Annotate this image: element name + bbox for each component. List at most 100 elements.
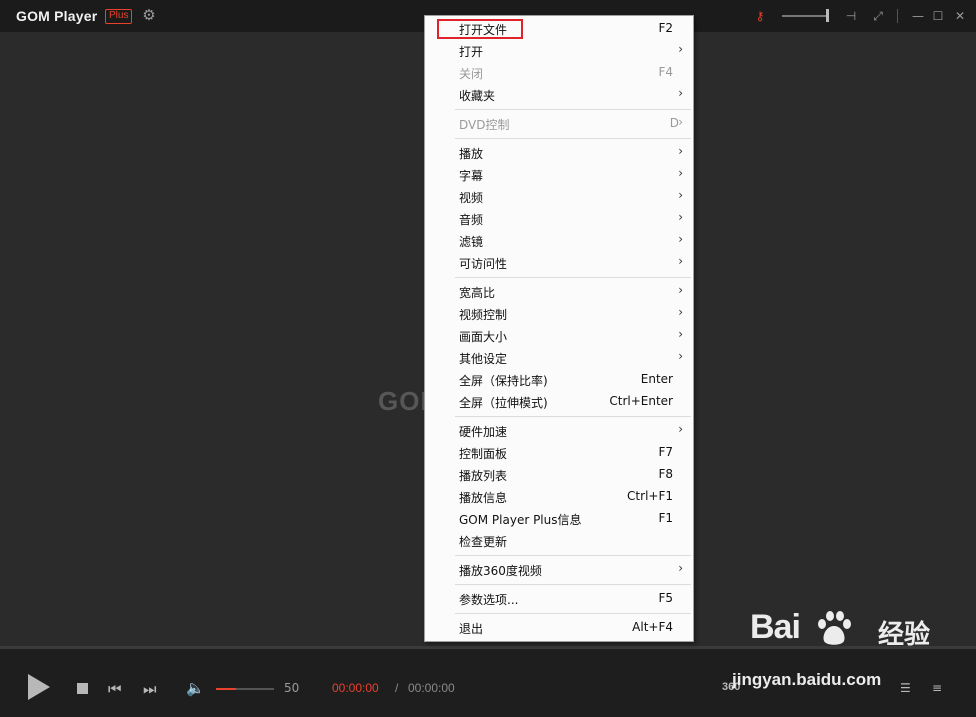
menu-item-label: 检查更新 (459, 535, 508, 549)
menu-item[interactable]: 播放信息 Ctrl+F1 (425, 486, 693, 508)
menu-item[interactable]: 硬件加速 › (425, 420, 693, 442)
menu-item-label: 打开文件 (459, 23, 508, 37)
menu-item[interactable]: 全屏（保持比率) Enter (425, 369, 693, 391)
menu-item-label: 播放 (459, 147, 484, 161)
title-volume-track[interactable] (782, 15, 828, 17)
chevron-right-icon: › (678, 188, 683, 202)
previous-icon[interactable]: ⏮ (108, 680, 122, 698)
key-icon[interactable]: ⚷ (752, 8, 768, 24)
menu-separator (455, 584, 691, 585)
menu-item[interactable]: 控制面板 F7 (425, 442, 693, 464)
menu-item[interactable]: 视频控制 › (425, 303, 693, 325)
menu-item[interactable]: 播放列表 F8 (425, 464, 693, 486)
menu-item-label: 收藏夹 (459, 89, 496, 103)
chevron-right-icon: › (678, 327, 683, 341)
menu-separator (455, 613, 691, 614)
menu-item[interactable]: 退出 Alt+F4 (425, 617, 693, 639)
chevron-right-icon: › (678, 349, 683, 363)
playlist-icon[interactable]: ≡ (932, 681, 942, 695)
speaker-icon[interactable]: 🔈 (186, 679, 205, 697)
play-button[interactable] (28, 674, 50, 700)
gear-icon[interactable]: ⚙ (141, 7, 157, 23)
menu-item-label: DVD控制 (459, 118, 510, 132)
watermark-url: jingyan.baidu.com (732, 670, 882, 689)
menu-item[interactable]: 播放360度视频 › (425, 559, 693, 581)
volume-value: 50 (284, 681, 300, 695)
menu-separator (455, 555, 691, 556)
plus-badge: Plus (105, 9, 133, 24)
chevron-right-icon: › (678, 254, 683, 268)
pin-icon[interactable]: ⊣ (843, 8, 859, 24)
menu-item-shortcut: F4 (658, 65, 673, 79)
chevron-right-icon: › (678, 232, 683, 246)
menu-item-label: 退出 (459, 622, 484, 636)
menu-item[interactable]: 视频 › (425, 186, 693, 208)
menu-icon[interactable]: ☰ (900, 681, 911, 695)
maximize-icon[interactable]: ☐ (930, 8, 946, 24)
watermark-product: 经验 (878, 619, 931, 649)
chevron-right-icon: › (678, 283, 683, 297)
menu-item-label: 字幕 (459, 169, 484, 183)
menu-item-shortcut: F8 (658, 467, 673, 481)
chevron-right-icon: › (678, 422, 683, 436)
menu-separator (455, 109, 691, 110)
menu-item[interactable]: 宽高比 › (425, 281, 693, 303)
chevron-right-icon: › (678, 86, 683, 100)
menu-item[interactable]: 音频 › (425, 208, 693, 230)
menu-separator (455, 138, 691, 139)
minimize-icon[interactable]: — (910, 8, 926, 24)
menu-item-shortcut: F1 (658, 511, 673, 525)
chevron-right-icon: › (678, 42, 683, 56)
close-icon[interactable]: ✕ (952, 8, 968, 24)
fullscreen-icon[interactable]: ⤢ (870, 8, 886, 24)
menu-item[interactable]: 其他设定 › (425, 347, 693, 369)
menu-item-label: 打开 (459, 45, 484, 59)
menu-item-label: 可访问性 (459, 257, 508, 271)
next-icon[interactable]: ⏭ (143, 680, 157, 698)
menu-item-label: 音频 (459, 213, 484, 227)
menu-item[interactable]: GOM Player Plus信息 F1 (425, 508, 693, 530)
stop-button[interactable] (77, 683, 88, 694)
menu-item[interactable]: 画面大小 › (425, 325, 693, 347)
menu-item-label: 其他设定 (459, 352, 508, 366)
menu-item: DVD控制 D › (425, 113, 693, 135)
menu-item-shortcut: F5 (658, 591, 673, 605)
menu-item-label: 宽高比 (459, 286, 496, 300)
menu-separator (455, 416, 691, 417)
menu-item-shortcut: F7 (658, 445, 673, 459)
menu-item[interactable]: 播放 › (425, 142, 693, 164)
menu-item[interactable]: 全屏（拉伸模式) Ctrl+Enter (425, 391, 693, 413)
volume-slider-fill (216, 688, 236, 690)
menu-item: 关闭 F4 (425, 62, 693, 84)
menu-item-label: GOM Player Plus信息 (459, 513, 582, 527)
title-volume-knob[interactable] (826, 9, 829, 22)
menu-item-label: 滤镜 (459, 235, 484, 249)
context-menu: 打开文件 F2 打开 › 关闭 F4 收藏夹 › DVD控制 D › 播放 › 字幕 › 视频 › 音频 › 滤镜 › 可… (424, 15, 694, 642)
chevron-right-icon: › (678, 305, 683, 319)
menu-item[interactable]: 字幕 › (425, 164, 693, 186)
app-logo: GOM Player (16, 8, 98, 24)
menu-item-shortcut: Enter (640, 372, 673, 386)
menu-item[interactable]: 收藏夹 › (425, 84, 693, 106)
chevron-right-icon: › (678, 144, 683, 158)
chevron-right-icon: › (678, 166, 683, 180)
menu-item-label: 关闭 (459, 67, 484, 81)
menu-item-label: 全屏（拉伸模式) (459, 396, 548, 410)
menu-item[interactable]: 检查更新 (425, 530, 693, 552)
chevron-right-icon: › (678, 561, 683, 575)
menu-item[interactable]: 打开 › (425, 40, 693, 62)
menu-item-shortcut: Ctrl+Enter (609, 394, 673, 408)
menu-separator (455, 277, 691, 278)
menu-item-label: 播放360度视频 (459, 564, 542, 578)
current-time: 00:00:00 (332, 681, 379, 695)
menu-item-label: 控制面板 (459, 447, 508, 461)
chevron-right-icon: › (678, 210, 683, 224)
time-separator: / (395, 681, 399, 695)
menu-item[interactable]: 打开文件 F2 (425, 18, 693, 40)
menu-item[interactable]: 参数选项... F5 (425, 588, 693, 610)
menu-item-label: 视频控制 (459, 308, 508, 322)
menu-item[interactable]: 可访问性 › (425, 252, 693, 274)
watermark-bai: Bai (750, 608, 801, 646)
menu-item[interactable]: 滤镜 › (425, 230, 693, 252)
menu-item-shortcut: Alt+F4 (632, 620, 673, 634)
